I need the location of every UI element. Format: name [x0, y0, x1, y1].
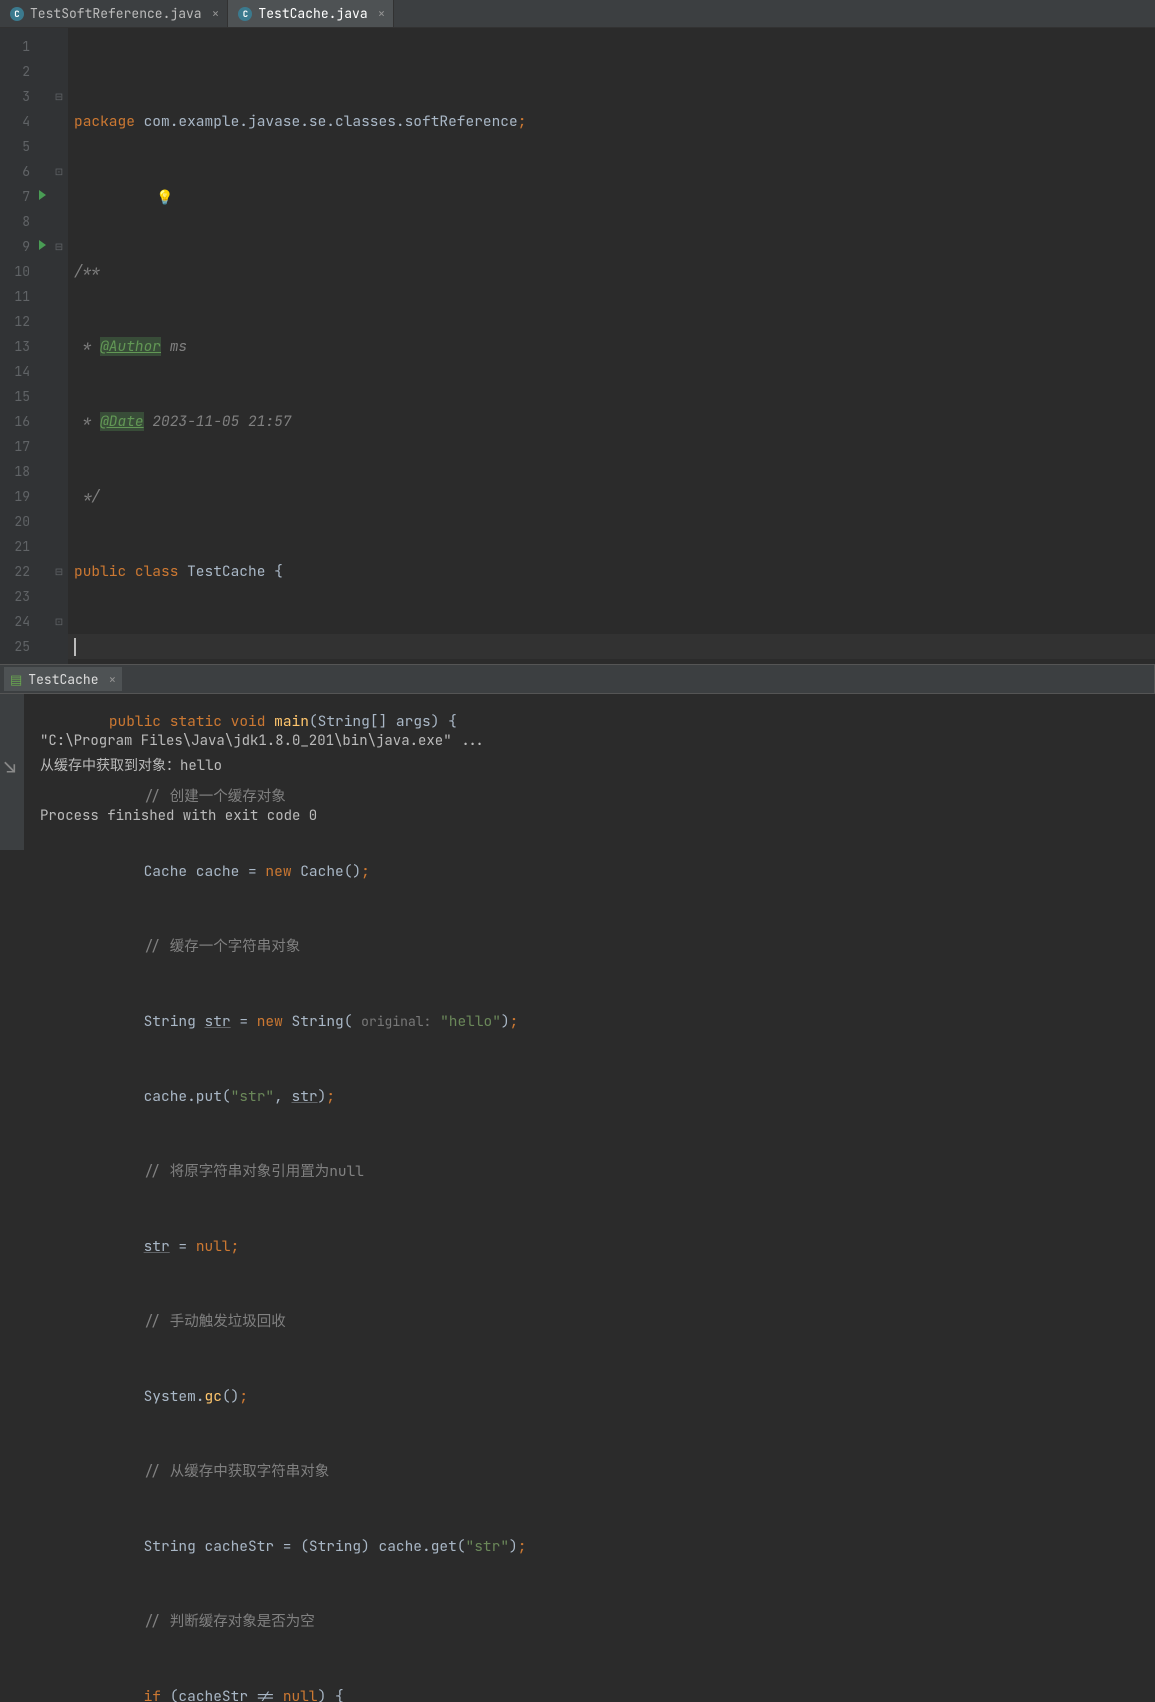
- intention-bulb-icon[interactable]: 💡: [156, 186, 173, 211]
- close-icon[interactable]: ×: [212, 5, 220, 22]
- text-caret: [74, 638, 76, 656]
- code-editor[interactable]: 123 456 7 8 9 101112 131415 161718 19202…: [0, 28, 1155, 664]
- application-icon: ▤: [10, 671, 22, 688]
- tab-label: TestCache.java: [258, 5, 367, 22]
- java-class-icon: C: [10, 7, 24, 21]
- java-class-icon: C: [238, 7, 252, 21]
- tab-label: TestSoftReference.java: [30, 5, 202, 22]
- editor-tab-bar: C TestSoftReference.java × C TestCache.j…: [0, 0, 1155, 28]
- fold-column: ⊟⊡ ⊟ ⊟⊡: [50, 28, 68, 664]
- close-icon[interactable]: ×: [378, 5, 386, 22]
- code-area[interactable]: 💡 package com.example.javase.se.classes.…: [68, 28, 1155, 664]
- run-gutter-icon[interactable]: [39, 190, 46, 200]
- tab-testsoftreference[interactable]: C TestSoftReference.java ×: [0, 0, 228, 27]
- tab-testcache[interactable]: C TestCache.java ×: [228, 0, 394, 27]
- tool-window-side-stripe[interactable]: ↘: [0, 694, 20, 844]
- run-gutter-icon[interactable]: [39, 240, 46, 250]
- line-number-gutter: 123 456 7 8 9 101112 131415 161718 19202…: [0, 28, 50, 664]
